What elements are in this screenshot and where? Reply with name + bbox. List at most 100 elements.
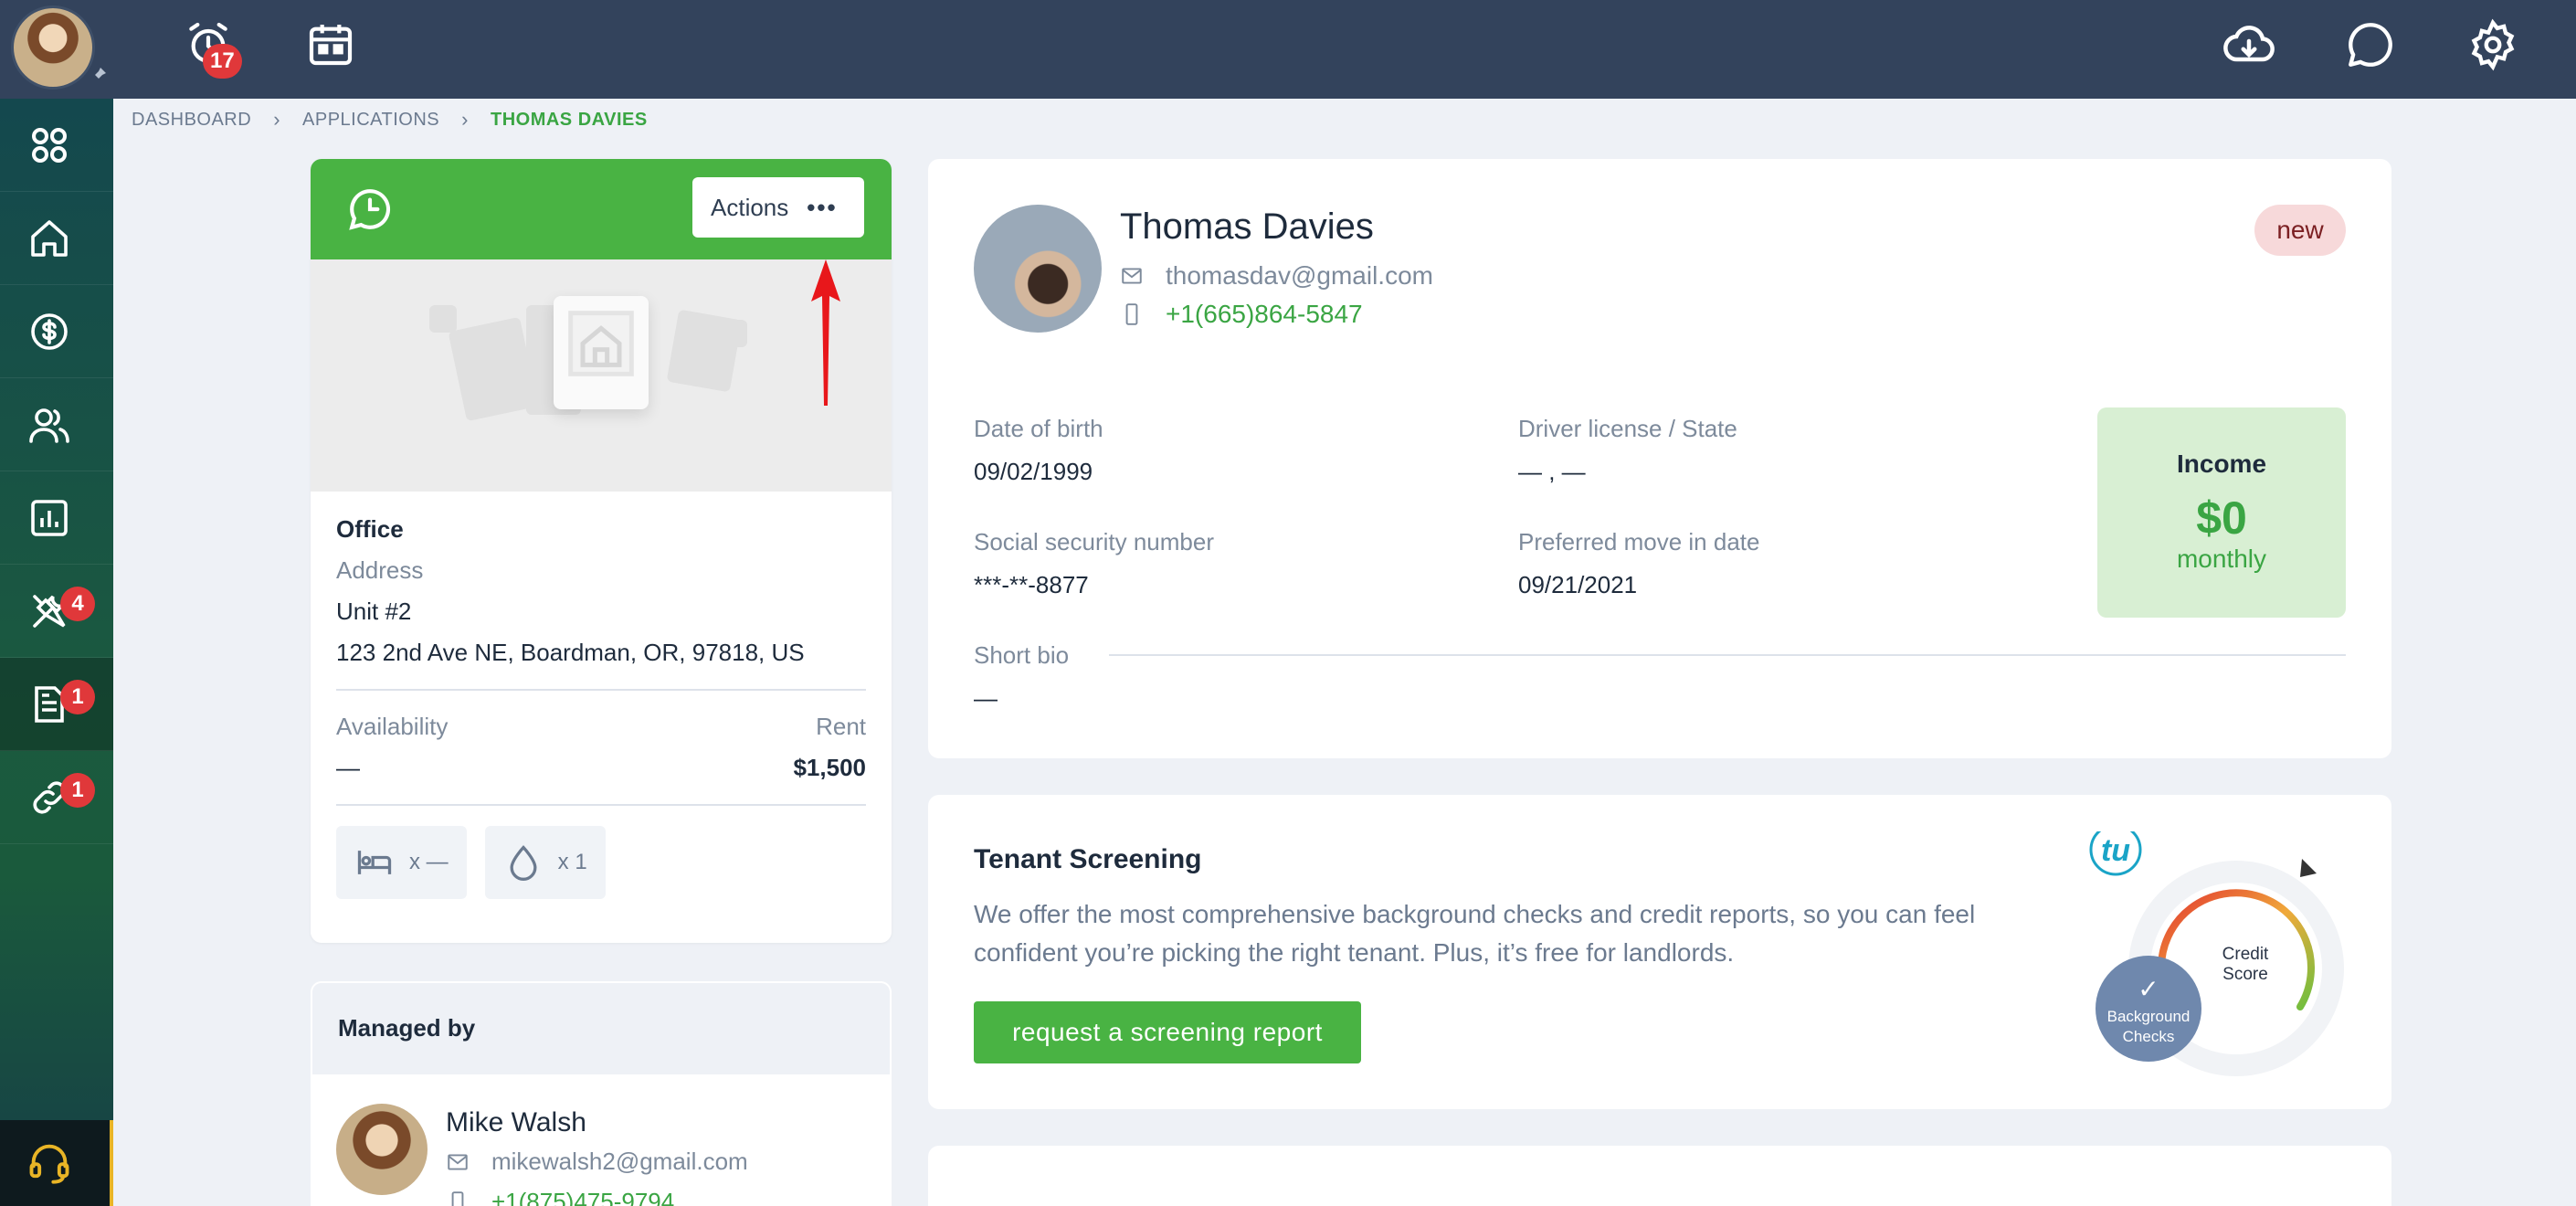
- bed-icon: [357, 851, 392, 874]
- baths-chip: x 1: [484, 826, 606, 899]
- manager-phone-row: +1(875)475-9794: [446, 1188, 674, 1206]
- cloud-download-icon[interactable]: [2222, 18, 2276, 73]
- applicant-name: Thomas Davies: [1120, 206, 1374, 247]
- next-card-partial: [928, 1146, 2391, 1206]
- actions-label: Actions: [711, 193, 789, 221]
- credit-score-label-2: Score: [2222, 965, 2268, 984]
- ssn-field: Social security number ***-**-8877: [974, 528, 1214, 599]
- applicant-profile-card: Thomas Davies thomasdav@gmail.com +1(665…: [928, 159, 2391, 758]
- calendar-icon[interactable]: [305, 18, 356, 69]
- move-date-label: Preferred move in date: [1518, 528, 1760, 555]
- sidebar-item-apps[interactable]: [0, 99, 113, 192]
- chart-icon: [31, 500, 68, 536]
- manager-avatar: [336, 1104, 428, 1195]
- sidebar-item-finance[interactable]: [0, 285, 113, 378]
- move-date-field: Preferred move in date 09/21/2021: [1518, 528, 1759, 599]
- sidebar-item-links[interactable]: 1: [0, 751, 113, 844]
- status-badge: new: [2254, 205, 2346, 256]
- user-avatar[interactable]: [11, 5, 95, 90]
- headset-icon: [29, 1144, 69, 1184]
- mail-icon: [1122, 268, 1142, 284]
- beds-chip: x —: [336, 826, 467, 899]
- breadcrumb-dashboard[interactable]: DASHBOARD: [132, 110, 251, 131]
- background-checks-label-2: Checks: [2123, 1028, 2175, 1045]
- rent-label: Rent: [816, 713, 866, 740]
- ssn-value: ***-**-8877: [974, 571, 1089, 598]
- actions-button[interactable]: Actions •••: [692, 177, 864, 238]
- sidebar-item-people[interactable]: [0, 378, 113, 471]
- managed-by-card: Managed by Mike Walsh mikewalsh2@gmail.c…: [311, 981, 892, 1206]
- house-placeholder-icon: [554, 296, 649, 409]
- manager-email-row: mikewalsh2@gmail.com: [446, 1148, 748, 1176]
- divider: [1109, 654, 2346, 656]
- applicant-email-row: thomasdav@gmail.com: [1120, 261, 1433, 291]
- applicant-avatar: [974, 205, 1102, 333]
- top-bar: 17: [0, 0, 2576, 99]
- bio-field: Short bio —: [974, 641, 1069, 713]
- manager-phone[interactable]: +1(875)475-9794: [491, 1188, 674, 1206]
- license-value: — , —: [1518, 458, 1586, 485]
- phone-icon: [451, 1190, 464, 1206]
- credit-score-graphic: Credit Score tu ✓ Background Checks: [2089, 831, 2344, 1076]
- mail-icon: [448, 1153, 468, 1170]
- sidebar-item-reports[interactable]: [0, 471, 113, 565]
- chevron-right-icon: ›: [461, 108, 469, 131]
- water-drop-icon: [510, 845, 537, 881]
- more-dots-icon: •••: [807, 193, 838, 221]
- placeholder-shape: [448, 316, 539, 422]
- divider: [336, 804, 866, 806]
- address-label: Address: [336, 556, 424, 584]
- placeholder-shape: [429, 305, 457, 333]
- beds-value: x —: [409, 850, 449, 874]
- screening-title: Tenant Screening: [974, 844, 1202, 874]
- ssn-label: Social security number: [974, 528, 1214, 555]
- unit-value: Unit #2: [336, 598, 412, 625]
- property-image-placeholder: [311, 259, 892, 492]
- chat-icon[interactable]: [2344, 18, 2397, 71]
- dob-value: 09/02/1999: [974, 458, 1093, 485]
- alarm-button[interactable]: 17: [183, 16, 256, 80]
- breadcrumb-current: THOMAS DAVIES: [490, 109, 648, 130]
- property-card: Actions ••• Office Address Unit #2 123 2…: [311, 159, 892, 943]
- notifications-badge: 17: [203, 44, 242, 79]
- background-checks-label-1: Background: [2107, 1008, 2191, 1025]
- sidebar: 4 1 1: [0, 99, 113, 1206]
- dob-field: Date of birth 09/02/1999: [974, 415, 1103, 486]
- phone-icon: [1125, 303, 1138, 325]
- manager-email[interactable]: mikewalsh2@gmail.com: [491, 1148, 748, 1176]
- income-value: $0: [2196, 492, 2247, 544]
- screening-description: We offer the most comprehensive backgrou…: [974, 900, 1976, 967]
- dob-label: Date of birth: [974, 415, 1103, 442]
- property-details: Office Address Unit #2 123 2nd Ave NE, B…: [336, 515, 866, 899]
- pin-icon: [91, 68, 106, 82]
- sidebar-item-home[interactable]: [0, 192, 113, 285]
- chevron-right-icon: ›: [273, 108, 281, 131]
- red-arrow-annotation: [811, 259, 840, 406]
- property-card-header: Actions •••: [311, 159, 892, 259]
- help-support-button[interactable]: [0, 1120, 113, 1206]
- availability-value: —: [336, 754, 360, 781]
- bio-value: —: [974, 684, 998, 712]
- apps-grid-icon: [32, 128, 67, 163]
- availability-rent-row: Availability — Rent $1,500: [336, 713, 866, 782]
- check-icon: ✓: [2138, 974, 2159, 1004]
- applications-badge: 1: [60, 680, 95, 714]
- income-label: Income: [2176, 450, 2267, 478]
- income-box: Income $0 monthly: [2097, 407, 2346, 618]
- availability-label: Availability: [336, 713, 449, 740]
- sidebar-item-maintenance[interactable]: 4: [0, 565, 113, 658]
- breadcrumb-applications[interactable]: APPLICATIONS: [302, 110, 439, 131]
- license-field: Driver license / State — , —: [1518, 415, 1737, 486]
- clock-icon[interactable]: [347, 186, 393, 232]
- bio-label: Short bio: [974, 641, 1070, 669]
- applicant-phone[interactable]: +1(665)864-5847: [1166, 300, 1363, 329]
- credit-score-label-1: Credit: [2222, 945, 2269, 964]
- income-period: monthly: [2176, 545, 2267, 573]
- sidebar-item-applications[interactable]: 1: [0, 658, 113, 751]
- request-screening-button[interactable]: request a screening report: [974, 1001, 1361, 1063]
- applicant-email[interactable]: thomasdav@gmail.com: [1166, 261, 1433, 291]
- links-badge: 1: [60, 773, 95, 808]
- gear-icon[interactable]: [2466, 18, 2519, 71]
- divider: [336, 689, 866, 691]
- breadcrumb: DASHBOARD › APPLICATIONS › THOMAS DAVIES: [132, 108, 648, 132]
